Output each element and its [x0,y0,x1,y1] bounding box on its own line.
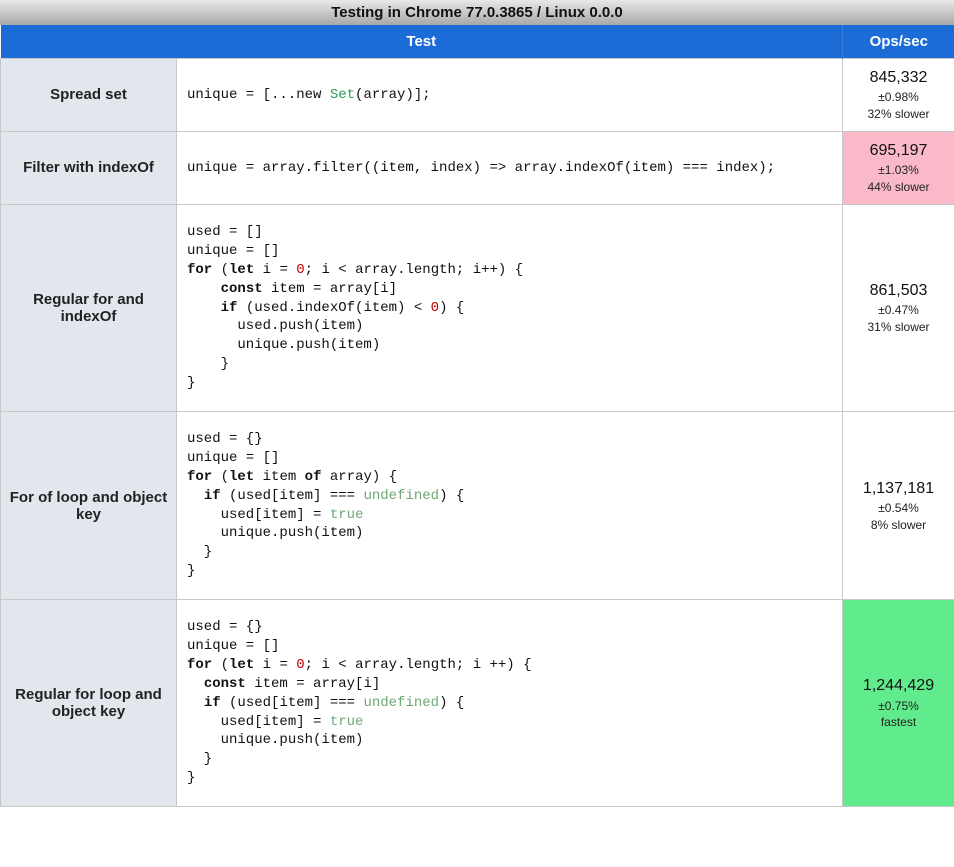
header-test: Test [1,25,843,59]
ops-error: ±0.47% [847,302,950,319]
ops-slower: 31% slower [847,319,950,336]
ops-slower: 32% slower [847,106,950,123]
ops-cell: 861,503 ±0.47% 31% slower [843,204,954,411]
table-row: Filter with indexOf unique = array.filte… [1,131,954,204]
table-header-row: Test Ops/sec [1,25,954,59]
table-row: For of loop and object key used = {} uni… [1,411,954,599]
test-code: used = [] unique = [] for (let i = 0; i … [177,204,843,411]
ops-value: 1,244,429 [847,675,950,697]
test-code: unique = [...new Set(array)]; [177,59,843,132]
table-row: Regular for and indexOf used = [] unique… [1,204,954,411]
table-row: Regular for loop and object key used = {… [1,600,954,807]
ops-error: ±1.03% [847,162,950,179]
page-title: Testing in Chrome 77.0.3865 / Linux 0.0.… [0,0,954,25]
ops-cell: 1,244,429 ±0.75% fastest [843,600,954,807]
test-name: Regular for and indexOf [1,204,177,411]
test-name: Regular for loop and object key [1,600,177,807]
table-row: Spread set unique = [...new Set(array)];… [1,59,954,132]
ops-value: 845,332 [847,67,950,89]
ops-slower: fastest [847,714,950,731]
ops-error: ±0.98% [847,89,950,106]
test-code: used = {} unique = [] for (let item of a… [177,411,843,599]
ops-value: 1,137,181 [847,478,950,500]
ops-cell: 695,197 ±1.03% 44% slower [843,131,954,204]
test-name: Spread set [1,59,177,132]
ops-cell: 845,332 ±0.98% 32% slower [843,59,954,132]
ops-cell: 1,137,181 ±0.54% 8% slower [843,411,954,599]
test-code: unique = array.filter((item, index) => a… [177,131,843,204]
ops-error: ±0.54% [847,500,950,517]
ops-slower: 8% slower [847,517,950,534]
test-code: used = {} unique = [] for (let i = 0; i … [177,600,843,807]
ops-value: 861,503 [847,280,950,302]
benchmark-table: Test Ops/sec Spread set unique = [...new… [0,25,954,807]
ops-value: 695,197 [847,140,950,162]
ops-error: ±0.75% [847,698,950,715]
ops-slower: 44% slower [847,179,950,196]
test-name: For of loop and object key [1,411,177,599]
test-name: Filter with indexOf [1,131,177,204]
header-ops: Ops/sec [843,25,954,59]
